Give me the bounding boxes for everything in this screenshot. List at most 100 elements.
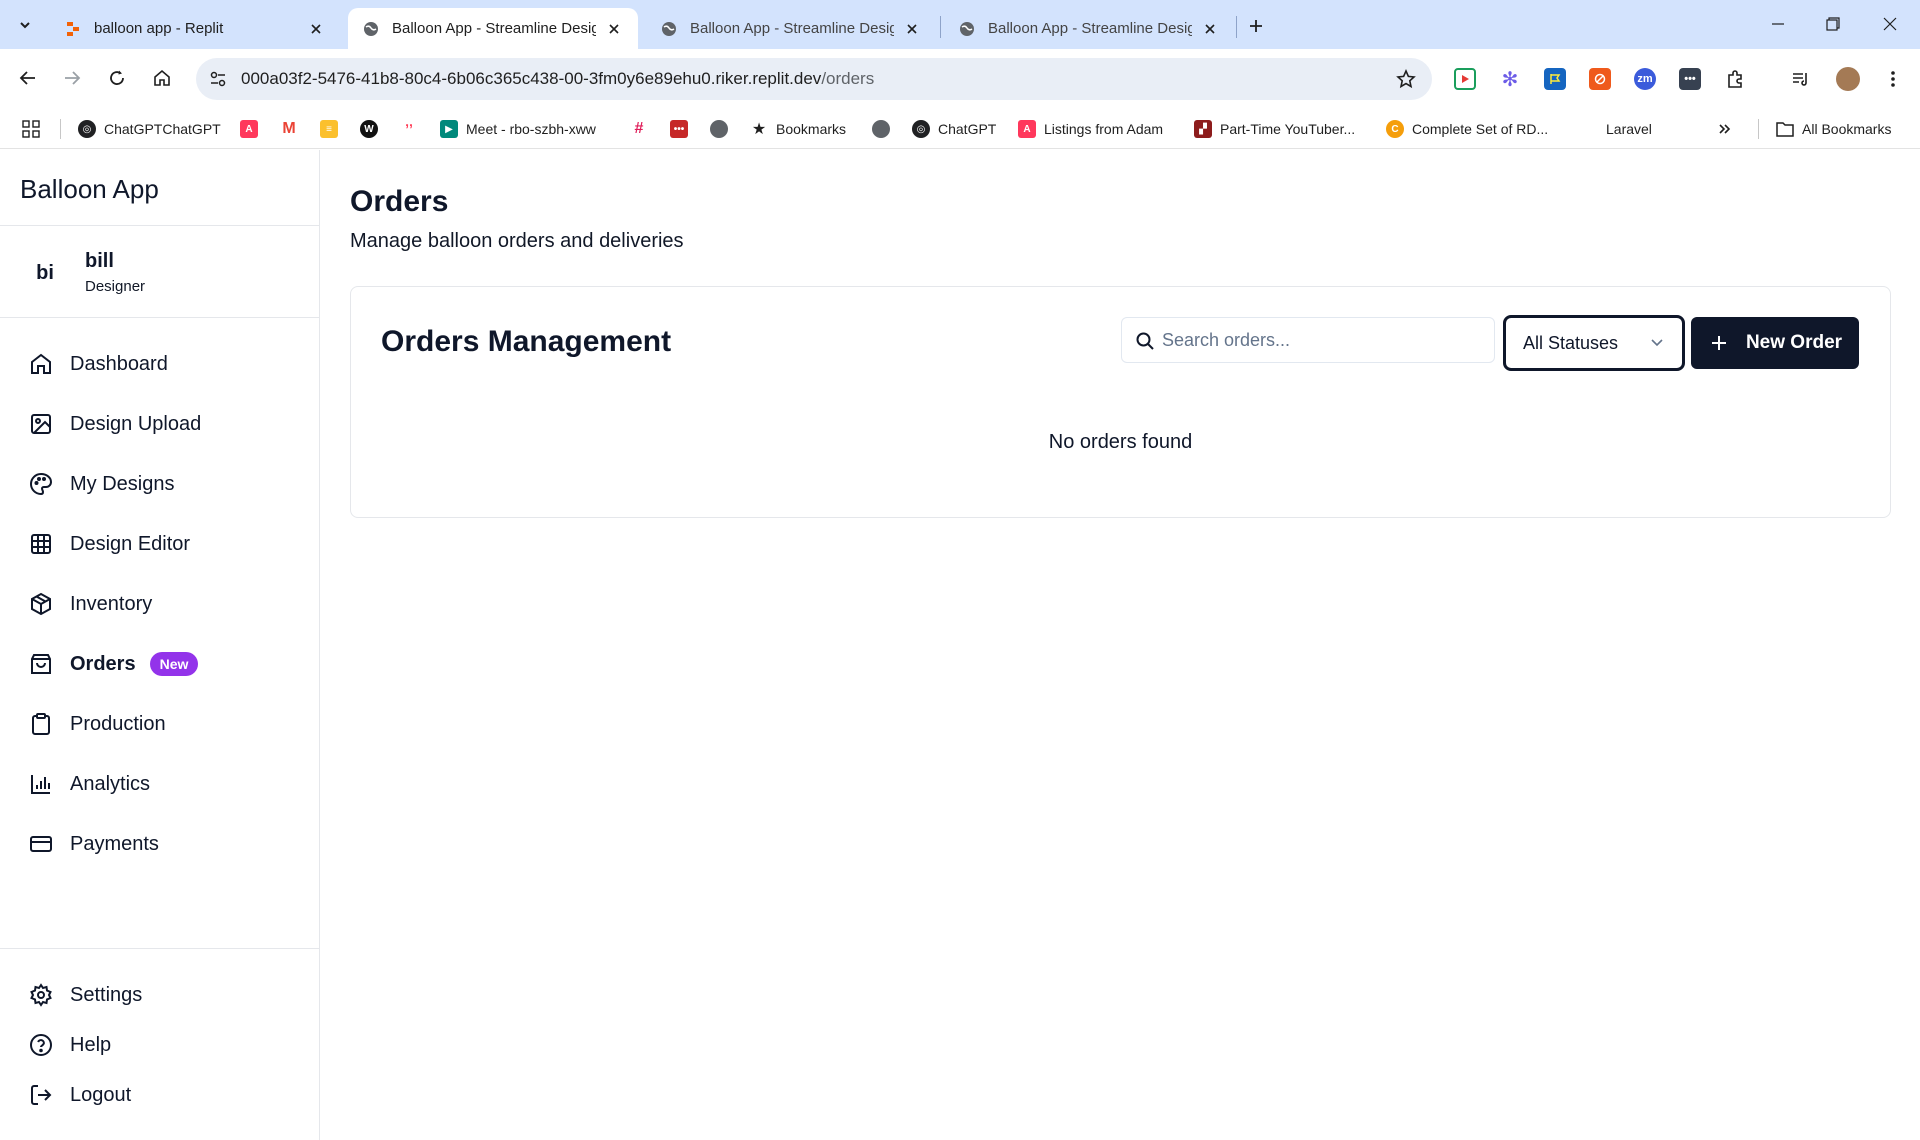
- bookmark-item[interactable]: •••: [670, 117, 696, 141]
- openai-icon: ◎: [78, 120, 96, 138]
- globe-icon: [958, 20, 976, 38]
- all-bookmarks[interactable]: All Bookmarks: [1776, 117, 1891, 141]
- bookmark-label: Bookmarks: [776, 121, 847, 137]
- bookmarks-bar: ◎ ChatGPTChatGPT A M ≡ W ʼʼ ▶ Meet - rbo-s…: [0, 109, 1920, 149]
- bookmark-item[interactable]: ◎ ChatGPT: [912, 117, 996, 141]
- extensions-puzzle-icon[interactable]: [1724, 68, 1746, 90]
- back-button[interactable]: [11, 61, 45, 95]
- browser-tab-bar: balloon app - Replit Balloon App - Strea…: [0, 0, 1920, 49]
- more-vertical-icon[interactable]: [1882, 68, 1904, 90]
- app-brand[interactable]: Balloon App: [20, 174, 159, 205]
- bookmark-item[interactable]: A Listings from Adam: [1018, 117, 1163, 141]
- bookmark-item[interactable]: A: [240, 117, 266, 141]
- browser-tab[interactable]: Balloon App - Streamline Design: [944, 8, 1234, 49]
- sidebar-item-label: Inventory: [70, 592, 153, 615]
- new-order-button[interactable]: New Order: [1691, 317, 1859, 369]
- extension-asterisk-icon[interactable]: ✻: [1499, 68, 1521, 91]
- bookmark-item[interactable]: C Complete Set of RD...: [1386, 117, 1548, 141]
- sidebar-item-my-designs[interactable]: My Designs: [28, 466, 174, 502]
- palette-icon: [28, 471, 54, 497]
- extension-video-icon[interactable]: [1454, 68, 1476, 90]
- globe-icon: [660, 20, 678, 38]
- sidebar-item-label: Design Upload: [70, 412, 202, 435]
- chevron-down-icon: [20, 22, 30, 29]
- sidebar-item-analytics[interactable]: Analytics: [28, 766, 150, 802]
- replit-icon: [64, 20, 82, 38]
- extension-zoom-icon[interactable]: zm: [1634, 68, 1656, 90]
- home-button[interactable]: [145, 61, 179, 95]
- sidebar-item-dashboard[interactable]: Dashboard: [28, 346, 168, 382]
- bookmark-item[interactable]: ≡: [320, 117, 346, 141]
- more-bookmarks-chevron-icon[interactable]: [1718, 117, 1732, 141]
- gmail-icon: M: [280, 120, 298, 138]
- browser-tab-active[interactable]: Balloon App - Streamline Design: [348, 8, 638, 49]
- close-icon[interactable]: [1200, 19, 1220, 39]
- clipboard-icon: [28, 711, 54, 737]
- tab-title: balloon app - Replit: [94, 20, 224, 37]
- sidebar-item-help[interactable]: Help: [28, 1027, 111, 1063]
- bookmark-star-icon[interactable]: [1394, 67, 1418, 91]
- forward-button[interactable]: [55, 61, 89, 95]
- extension-flag-icon[interactable]: [1544, 68, 1566, 90]
- bookmark-yellow-icon: ≡: [320, 120, 338, 138]
- tab-search-button[interactable]: [10, 10, 40, 40]
- apps-grid-icon[interactable]: [22, 117, 40, 141]
- sidebar-item-payments[interactable]: Payments: [28, 826, 159, 862]
- close-icon[interactable]: [306, 19, 326, 39]
- close-icon[interactable]: [604, 19, 624, 39]
- bookmark-item[interactable]: ◎ ChatGPTChatGPT: [78, 117, 221, 141]
- bookmark-item[interactable]: M: [280, 117, 306, 141]
- bookmark-label: ChatGPT: [938, 121, 997, 137]
- sidebar-item-production[interactable]: Production: [28, 706, 166, 742]
- url-path: /orders: [821, 69, 875, 88]
- status-badge: New: [149, 652, 199, 676]
- status-filter-value: All Statuses: [1523, 332, 1619, 353]
- extension-block-icon[interactable]: [1589, 68, 1611, 90]
- minimize-button[interactable]: [1758, 8, 1798, 40]
- bookmark-item[interactable]: ʼʼ: [400, 117, 426, 141]
- sidebar-item-design-editor[interactable]: Design Editor: [28, 526, 190, 562]
- bookmark-item[interactable]: ▞ Part-Time YouTuber...: [1194, 117, 1355, 141]
- bookmark-item[interactable]: [710, 117, 736, 141]
- bookmark-item[interactable]: Laravel: [1606, 117, 1652, 141]
- extension-dots-icon[interactable]: •••: [1679, 68, 1701, 90]
- status-filter-select[interactable]: All Statuses: [1503, 315, 1685, 371]
- browser-tab[interactable]: balloon app - Replit: [50, 8, 340, 49]
- bookmark-item[interactable]: [872, 117, 898, 141]
- sidebar-item-design-upload[interactable]: Design Upload: [28, 406, 201, 442]
- sidebar-item-label: Analytics: [70, 772, 151, 795]
- image-icon: [28, 411, 54, 437]
- sidebar-item-label: Help: [70, 1033, 112, 1056]
- search-input[interactable]: [1162, 326, 1482, 354]
- close-icon[interactable]: [902, 19, 922, 39]
- close-window-button[interactable]: [1870, 8, 1910, 40]
- new-tab-button[interactable]: [1242, 12, 1270, 40]
- media-controls-icon[interactable]: [1790, 68, 1812, 90]
- sidebar-item-orders[interactable]: Orders New: [28, 646, 199, 682]
- bookmark-item[interactable]: W: [360, 117, 386, 141]
- address-bar[interactable]: 000a03f2-5476-41b8-80c4-6b06c365c438-00-…: [196, 58, 1432, 100]
- credit-card-icon: [28, 831, 54, 857]
- user-name: bill: [85, 250, 114, 272]
- bookmark-item[interactable]: ★ Bookmarks: [750, 117, 846, 141]
- browser-toolbar: 000a03f2-5476-41b8-80c4-6b06c365c438-00-…: [0, 49, 1920, 109]
- sidebar-item-logout[interactable]: Logout: [28, 1077, 131, 1113]
- monday-icon: ʼʼ: [400, 120, 418, 138]
- bookmark-label: Listings from Adam: [1044, 121, 1164, 137]
- sidebar-item-inventory[interactable]: Inventory: [28, 586, 152, 622]
- bookmark-item[interactable]: #: [630, 117, 656, 141]
- logout-icon: [28, 1082, 54, 1108]
- restore-button[interactable]: [1813, 8, 1853, 40]
- clapper-icon: ▞: [1194, 120, 1212, 138]
- folder-icon: [1776, 120, 1794, 138]
- reload-button[interactable]: [100, 61, 134, 95]
- tab-title: Balloon App - Streamline Design: [690, 20, 894, 37]
- site-settings-icon[interactable]: [206, 67, 230, 91]
- profile-avatar-icon[interactable]: [1836, 67, 1860, 91]
- circle-logo-icon: W: [360, 120, 378, 138]
- google-meet-icon: ▶: [440, 120, 458, 138]
- sidebar-item-label: Design Editor: [70, 532, 191, 555]
- browser-tab[interactable]: Balloon App - Streamline Design: [646, 8, 936, 49]
- bookmark-item[interactable]: ▶ Meet - rbo-szbh-xww: [440, 117, 596, 141]
- sidebar-item-settings[interactable]: Settings: [28, 977, 142, 1013]
